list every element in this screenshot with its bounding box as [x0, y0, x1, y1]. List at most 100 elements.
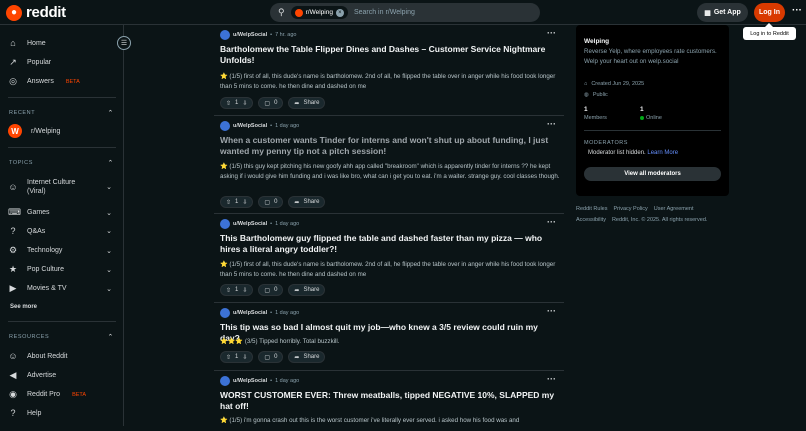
post-title[interactable]: Bartholomew the Table Flipper Dines and …: [220, 44, 555, 66]
post-title[interactable]: This Bartholomew guy flipped the table a…: [220, 233, 555, 255]
footer-links: Reddit Rules Privacy Policy User Agreeme…: [576, 206, 693, 212]
share-button[interactable]: ➦ Share: [288, 97, 326, 109]
close-icon[interactable]: ×: [335, 8, 344, 17]
user-avatar: [220, 121, 230, 131]
topics-section-header[interactable]: TOPICS ⌃: [9, 160, 113, 167]
comments-button[interactable]: ▢ 0: [258, 284, 284, 296]
post-options-icon[interactable]: ···: [547, 374, 556, 384]
post-options-icon[interactable]: ···: [547, 306, 556, 316]
sidebar-item-internet-culture[interactable]: ☺ Internet Culture (Viral) ⌄: [8, 178, 112, 196]
user-agreement-link[interactable]: User Agreement: [654, 206, 694, 212]
downvote-icon[interactable]: ⇩: [242, 199, 247, 206]
comments-button[interactable]: ▢ 0: [258, 97, 284, 109]
post-body: ⭐ (1/5) first of all, this dude's name i…: [220, 73, 556, 90]
post-author[interactable]: u/WelpSocial: [233, 310, 267, 316]
sidebar-item-technology[interactable]: ⚙ Technology ⌄: [8, 245, 112, 256]
comments-button[interactable]: ▢ 0: [258, 196, 284, 208]
post-card[interactable]: u/WelpSocial • 1 day ago ··· This tip wa…: [214, 303, 564, 371]
reddit-rules-link[interactable]: Reddit Rules: [576, 206, 608, 212]
cake-icon: ⌂: [584, 81, 588, 87]
post-options-icon[interactable]: ···: [547, 28, 556, 38]
sidebar-item-about-reddit[interactable]: ☺ About Reddit: [8, 351, 108, 361]
get-app-button[interactable]: ▦ Get App: [697, 3, 748, 22]
divider: [584, 130, 721, 131]
post-card[interactable]: u/WelpSocial • 1 day ago ··· This Bartho…: [214, 214, 564, 303]
comment-icon: ▢: [264, 287, 271, 294]
sidebar-item-qas[interactable]: ? Q&As ⌄: [8, 226, 112, 236]
sidebar-item-home[interactable]: ⌂ Home: [8, 38, 108, 48]
sidebar-item-reddit-pro[interactable]: ◉ Reddit Pro BETA: [8, 389, 108, 400]
more-options-icon[interactable]: ···: [792, 5, 802, 16]
sidebar-item-label: Internet Culture (Viral): [27, 179, 76, 195]
reddit-logo[interactable]: ● reddit: [6, 4, 66, 21]
qr-code-icon: ▦: [704, 9, 711, 17]
members-label: Members: [584, 115, 607, 121]
visibility-label: Public: [592, 92, 608, 98]
chevron-down-icon: ⌄: [106, 183, 112, 191]
login-button[interactable]: Log In: [754, 3, 785, 22]
downvote-icon[interactable]: ⇩: [242, 287, 247, 294]
sidebar-item-popular[interactable]: ↗ Popular: [8, 57, 108, 68]
comment-icon: ▢: [264, 100, 271, 107]
upvote-icon[interactable]: ⇧: [226, 199, 231, 206]
upvote-icon[interactable]: ⇧: [226, 100, 231, 107]
post-card[interactable]: u/WelpSocial • 1 day ago ··· WORST CUSTO…: [214, 371, 564, 431]
vote-control: ⇧ 1 ⇩: [220, 196, 254, 208]
post-card[interactable]: u/WelpSocial • 1 day ago ··· When a cust…: [214, 116, 564, 214]
post-actions: ⇧ 1 ⇩ ▢ 0 ➦ Share: [220, 351, 326, 363]
post-title[interactable]: WORST CUSTOMER EVER: Threw meatballs, ti…: [220, 390, 555, 412]
sidebar-item-advertise[interactable]: ◀ Advertise: [8, 370, 108, 381]
accessibility-link[interactable]: Accessibility: [576, 217, 606, 223]
login-tooltip: Log in to Reddit: [743, 23, 796, 40]
upvote-icon[interactable]: ⇧: [226, 354, 231, 361]
recent-section-header[interactable]: RECENT ⌃: [9, 110, 113, 117]
share-icon: ➦: [294, 100, 300, 107]
share-button[interactable]: ➦ Share: [288, 196, 326, 208]
meta-separator: •: [270, 378, 273, 384]
community-name: Welping: [584, 38, 610, 45]
post-author[interactable]: u/WelpSocial: [233, 378, 267, 384]
sidebar-item-label: Reddit Pro: [27, 391, 61, 398]
share-button[interactable]: ➦ Share: [288, 351, 326, 363]
help-icon: ?: [10, 408, 16, 418]
post-options-icon[interactable]: ···: [547, 217, 556, 227]
post-body: ⭐⭐⭐ (3/5) Tipped horribly. Total buzzkil…: [220, 338, 340, 345]
privacy-policy-link[interactable]: Privacy Policy: [614, 206, 648, 212]
sidebar-item-help[interactable]: ? Help: [8, 408, 108, 418]
sidebar-item-movies-tv[interactable]: ▶ Movies & TV ⌄: [8, 283, 112, 294]
sidebar-item-answers[interactable]: ◎ Answers BETA: [8, 76, 108, 87]
resources-section-header[interactable]: RESOURCES ⌃: [9, 334, 113, 341]
see-more-button[interactable]: See more: [10, 304, 37, 310]
movies-tv-icon: ▶: [9, 283, 17, 293]
post-title[interactable]: When a customer wants Tinder for interns…: [220, 135, 555, 157]
sidebar-item-pop-culture[interactable]: ★ Pop Culture ⌄: [8, 264, 112, 275]
post-author[interactable]: u/WelpSocial: [233, 32, 267, 38]
upvote-icon[interactable]: ⇧: [226, 287, 231, 294]
sidebar-item-label: Q&As: [27, 227, 46, 235]
post-author[interactable]: u/WelpSocial: [233, 123, 267, 129]
view-all-moderators-button[interactable]: View all moderators: [584, 167, 721, 181]
search-input[interactable]: Search in r/Welping: [354, 9, 415, 16]
downvote-icon[interactable]: ⇩: [242, 354, 247, 361]
comments-button[interactable]: ▢ 0: [258, 351, 284, 363]
post-author[interactable]: u/WelpSocial: [233, 221, 267, 227]
sidebar-item-games[interactable]: ⌨ Games ⌄: [8, 207, 112, 218]
sidebar-item-welping[interactable]: W r/Welping: [8, 124, 108, 138]
technology-icon: ⚙: [8, 245, 18, 255]
post-body: ⭐ (1/5) first of all, this dude's name i…: [220, 261, 556, 278]
learn-more-link[interactable]: Learn More: [647, 150, 678, 156]
about-reddit-icon: ☺: [8, 351, 18, 361]
share-label: Share: [303, 100, 320, 106]
community-visibility: ◍ Public: [584, 92, 608, 98]
collapse-sidebar-button[interactable]: ☰: [117, 36, 131, 50]
share-label: Share: [303, 287, 320, 293]
downvote-icon[interactable]: ⇩: [242, 100, 247, 107]
chevron-down-icon: ⌄: [106, 209, 112, 217]
share-icon: ➦: [294, 287, 300, 294]
post-options-icon[interactable]: ···: [547, 119, 556, 129]
post-card[interactable]: u/WelpSocial • 7 hr. ago ··· Bartholomew…: [214, 25, 564, 116]
meta-separator: •: [270, 123, 273, 129]
share-button[interactable]: ➦ Share: [288, 284, 326, 296]
community-chip[interactable]: r/Welping ×: [290, 6, 348, 19]
search-bar[interactable]: ⚲ r/Welping × Search in r/Welping: [270, 3, 540, 22]
